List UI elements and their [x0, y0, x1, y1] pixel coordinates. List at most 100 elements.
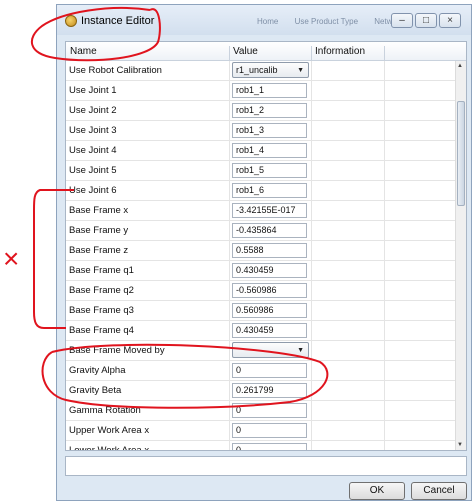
grid-row[interactable]: Use Joint 6 rob1_6 [66, 181, 458, 201]
cell-divider [311, 441, 312, 450]
cell-divider [311, 261, 312, 280]
cell-divider [311, 181, 312, 200]
cell-divider [384, 61, 385, 80]
cell-divider [384, 361, 385, 380]
property-value-input[interactable]: 0.430459 [232, 323, 307, 338]
instance-editor-icon [65, 15, 77, 27]
property-value-input[interactable]: rob1_3 [232, 123, 307, 138]
grid-row[interactable]: Use Joint 1 rob1_1 [66, 81, 458, 101]
property-name: Base Frame z [69, 245, 129, 256]
column-header-value[interactable]: Value [233, 46, 258, 57]
cell-divider [229, 81, 230, 100]
grid-row[interactable]: Base Frame q1 0.430459 [66, 261, 458, 281]
property-value-input[interactable]: 0.560986 [232, 303, 307, 318]
property-name: Gravity Beta [69, 385, 122, 396]
property-value-input[interactable]: rob1_6 [232, 183, 307, 198]
grid-row[interactable]: Use Joint 5 rob1_5 [66, 161, 458, 181]
cell-divider [384, 261, 385, 280]
cell-divider [311, 81, 312, 100]
cell-divider [311, 221, 312, 240]
property-name: Upper Work Area x [69, 425, 150, 436]
cell-divider [384, 301, 385, 320]
grid-row[interactable]: Gamma Rotation 0 [66, 401, 458, 421]
vertical-scrollbar[interactable]: ▲ ▼ [455, 61, 466, 450]
scroll-up-icon[interactable]: ▲ [457, 63, 463, 69]
grid-row[interactable]: Use Robot Calibration r1_uncalib ▼ [66, 61, 458, 81]
cell-divider [311, 101, 312, 120]
grid-row[interactable]: Upper Work Area x 0 [66, 421, 458, 441]
grid-row[interactable]: Base Frame q3 0.560986 [66, 301, 458, 321]
column-header-name[interactable]: Name [70, 46, 97, 57]
chevron-down-icon[interactable]: ▼ [297, 344, 304, 358]
cell-divider [229, 341, 230, 360]
minimize-button[interactable]: – [391, 13, 413, 28]
grid-row[interactable]: Use Joint 3 rob1_3 [66, 121, 458, 141]
cancel-button[interactable]: Cancel [411, 482, 467, 500]
property-value-input[interactable]: rob1_4 [232, 143, 307, 158]
scroll-thumb[interactable] [457, 101, 465, 206]
property-name: Lower Work Area x [69, 445, 150, 451]
property-value-input[interactable]: rob1_1 [232, 83, 307, 98]
property-name: Base Frame Moved by [69, 345, 165, 356]
cell-divider [384, 381, 385, 400]
grid-row[interactable]: Gravity Alpha 0 [66, 361, 458, 381]
property-value-input[interactable]: rob1_5 [232, 163, 307, 178]
ok-button[interactable]: OK [349, 482, 405, 500]
grid-row[interactable]: Lower Work Area x 0 [66, 441, 458, 451]
background-tab: Use Product Type [294, 17, 359, 26]
maximize-button[interactable]: □ [415, 13, 437, 28]
cell-divider [311, 341, 312, 360]
grid-row[interactable]: Base Frame q4 0.430459 [66, 321, 458, 341]
cell-divider [229, 61, 230, 80]
cell-divider [311, 161, 312, 180]
property-value-input[interactable]: 0.430459 [232, 263, 307, 278]
cell-divider [384, 221, 385, 240]
property-value-input[interactable]: 0 [232, 423, 307, 438]
property-value-input[interactable]: -3.42155E-017 [232, 203, 307, 218]
grid-row[interactable]: Base Frame q2 -0.560986 [66, 281, 458, 301]
cell-divider [384, 321, 385, 340]
property-value-input[interactable]: 0.5588 [232, 243, 307, 258]
grid-row[interactable]: Base Frame x -3.42155E-017 [66, 201, 458, 221]
cell-divider [229, 221, 230, 240]
background-tab: Home [257, 17, 279, 26]
instance-editor-window: Instance Editor Home Use Product Type Ne… [56, 4, 472, 501]
scroll-down-icon[interactable]: ▼ [457, 442, 463, 448]
grid-row[interactable]: Use Joint 2 rob1_2 [66, 101, 458, 121]
close-button[interactable]: × [439, 13, 461, 28]
cell-divider [384, 81, 385, 100]
cell-divider [311, 301, 312, 320]
property-value-dropdown[interactable]: r1_uncalib ▼ [232, 62, 309, 78]
cell-divider [229, 281, 230, 300]
cell-divider [384, 281, 385, 300]
chevron-down-icon[interactable]: ▼ [297, 64, 304, 78]
cell-divider [229, 441, 230, 450]
property-value-input[interactable]: -0.560986 [232, 283, 307, 298]
grid-rows: Use Robot Calibration r1_uncalib ▼ Use Join… [66, 61, 458, 451]
grid-row[interactable]: Gravity Beta 0.261799 [66, 381, 458, 401]
cell-divider [229, 241, 230, 260]
cell-divider [311, 281, 312, 300]
property-value-input[interactable]: 0 [232, 443, 307, 450]
property-value-input[interactable]: rob1_2 [232, 103, 307, 118]
grid-row[interactable]: Use Joint 4 rob1_4 [66, 141, 458, 161]
grid-row[interactable]: Base Frame z 0.5588 [66, 241, 458, 261]
property-value-input[interactable]: 0 [232, 363, 307, 378]
cell-divider [229, 321, 230, 340]
property-value-input[interactable]: -0.435864 [232, 223, 307, 238]
close-icon: × [447, 15, 453, 26]
property-value-dropdown[interactable]: ▼ [232, 342, 309, 358]
property-name: Use Joint 4 [69, 145, 117, 156]
cell-divider [384, 181, 385, 200]
cell-divider [311, 121, 312, 140]
property-value-input[interactable]: 0.261799 [232, 383, 307, 398]
column-header-information[interactable]: Information [315, 46, 365, 57]
cell-divider [229, 161, 230, 180]
property-name: Use Joint 5 [69, 165, 117, 176]
property-value-input[interactable]: 0 [232, 403, 307, 418]
cell-divider [384, 201, 385, 220]
cell-divider [311, 421, 312, 440]
dropdown-selected-value: r1_uncalib [236, 65, 278, 75]
grid-row[interactable]: Base Frame y -0.435864 [66, 221, 458, 241]
grid-row[interactable]: Base Frame Moved by ▼ [66, 341, 458, 361]
